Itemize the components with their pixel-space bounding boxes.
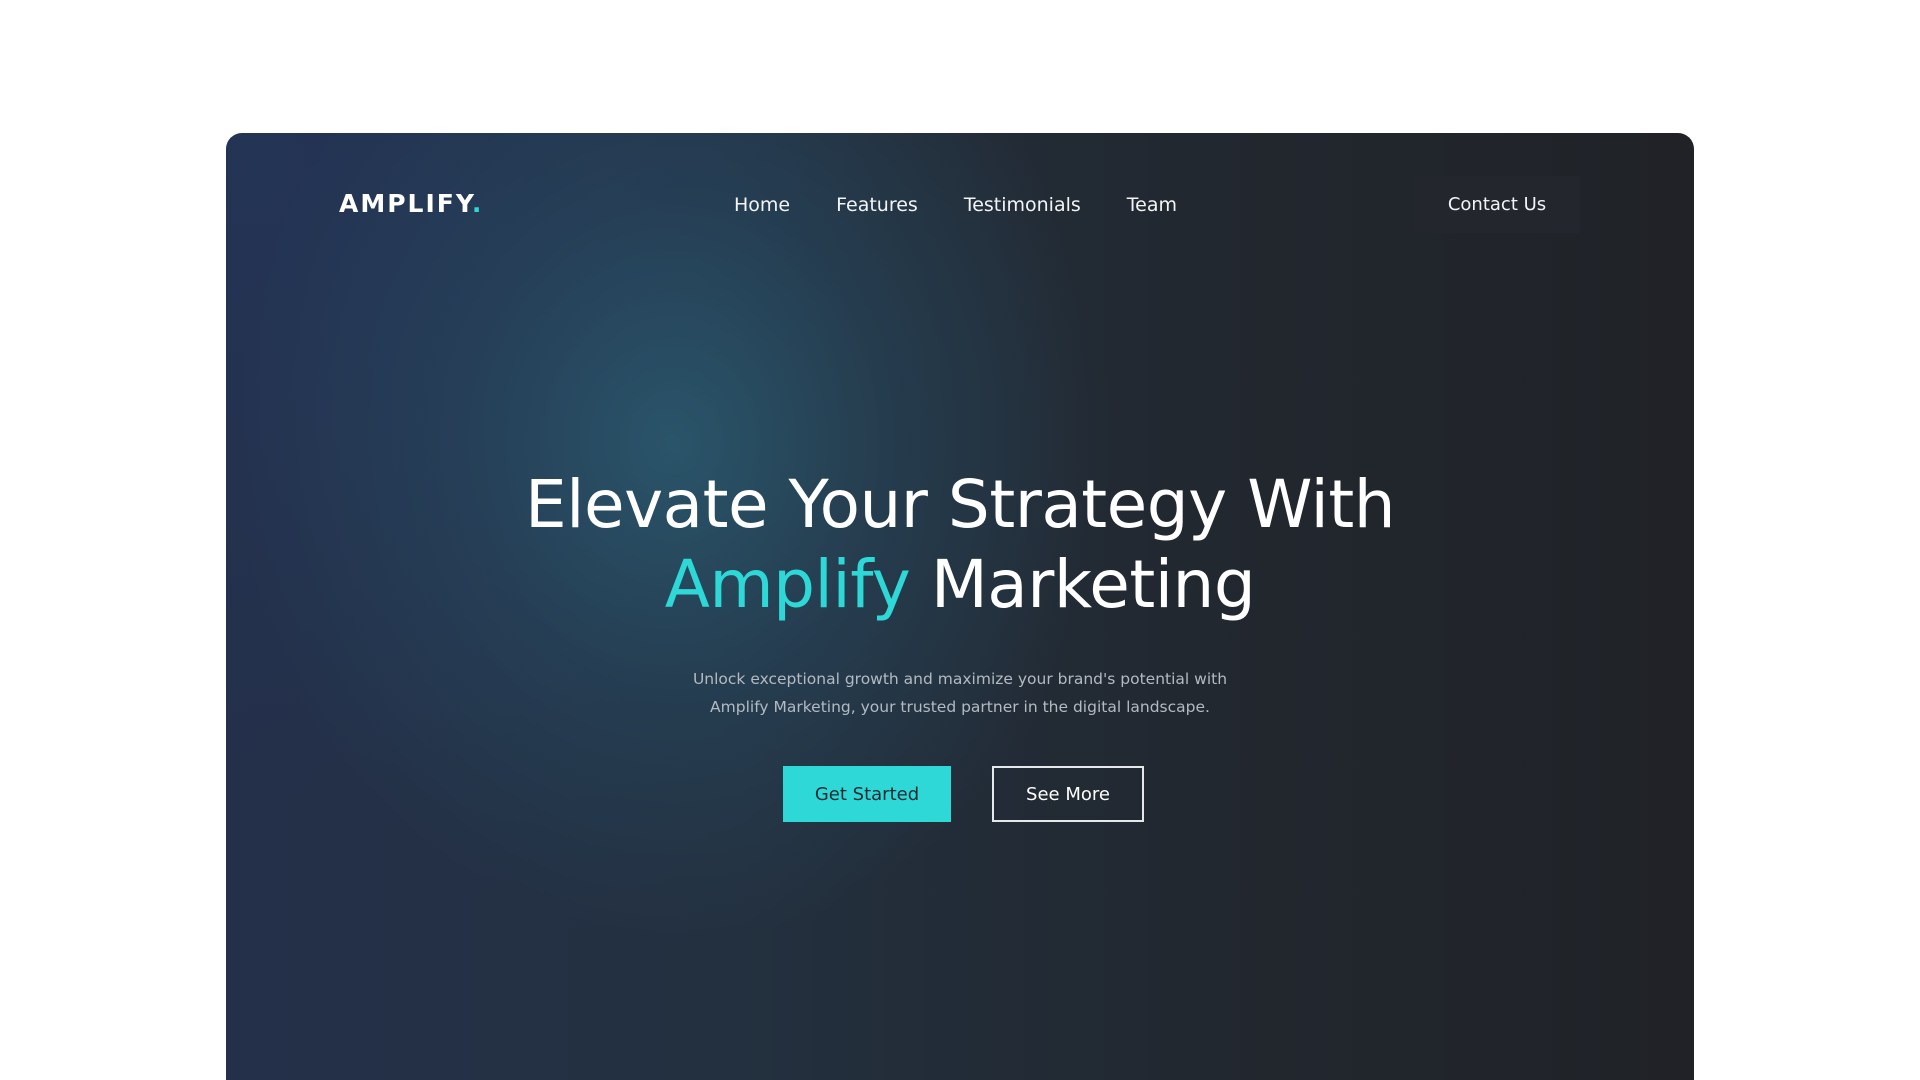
get-started-button[interactable]: Get Started: [783, 766, 951, 822]
contact-us-button[interactable]: Contact Us: [1414, 176, 1580, 233]
brand-name: AMPLIFY: [339, 189, 472, 218]
nav-item-testimonials[interactable]: Testimonials: [964, 190, 1081, 220]
hero-title-rest: Marketing: [910, 546, 1256, 623]
landing-page-frame: AMPLIFY. Home Features Testimonials Team…: [226, 133, 1694, 1080]
see-more-button[interactable]: See More: [992, 766, 1144, 822]
main-nav: Home Features Testimonials Team: [734, 190, 1177, 220]
nav-item-features[interactable]: Features: [836, 190, 918, 220]
hero-title-line1: Elevate Your Strategy With: [524, 466, 1396, 543]
hero-title-accent: Amplify: [664, 546, 911, 623]
hero-title: Elevate Your Strategy With Amplify Marke…: [226, 465, 1694, 625]
brand-logo[interactable]: AMPLIFY.: [339, 189, 483, 219]
brand-logo-dot: .: [471, 189, 484, 218]
hero-subtitle: Unlock exceptional growth and maximize y…: [680, 665, 1240, 721]
hero-subtitle-line2: Amplify Marketing, your trusted partner …: [710, 698, 1210, 716]
nav-item-team[interactable]: Team: [1127, 190, 1177, 220]
nav-item-home[interactable]: Home: [734, 190, 790, 220]
hero-subtitle-line1: Unlock exceptional growth and maximize y…: [692, 670, 1228, 688]
